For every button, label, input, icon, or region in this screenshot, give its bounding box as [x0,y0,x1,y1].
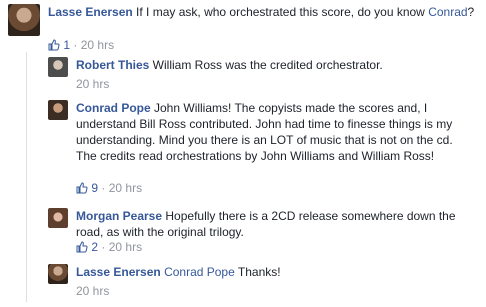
timestamp[interactable]: 20 hrs [109,240,142,254]
author-name[interactable]: Robert Thies [76,58,149,72]
author-name[interactable]: Lasse Enersen [48,5,133,19]
avatar[interactable] [48,208,68,228]
comment-text: William Ross was the credited orchestrat… [149,58,383,72]
like-count[interactable]: 9 [76,181,101,195]
mention-link[interactable]: Conrad Pope [164,265,235,279]
timestamp[interactable]: 20 hrs [76,77,109,91]
thumbs-up-icon [76,182,88,194]
comment-body: Robert Thies William Ross was the credit… [76,57,476,73]
comment-body: Conrad Pope John Williams! The copyists … [76,100,476,164]
author-name[interactable]: Morgan Pearse [76,209,162,223]
comment-text: If I may ask, who orchestrated this scor… [132,5,429,19]
like-count[interactable]: 1 [48,38,73,52]
comment-meta: 9 · 20 hrs [76,181,142,195]
author-name[interactable]: Conrad Pope [76,101,151,115]
avatar[interactable] [48,100,68,120]
comment-body: Lasse Enersen Conrad Pope Thanks! [76,264,476,280]
comment-meta: 20 hrs [76,284,109,298]
avatar[interactable] [8,4,40,36]
like-count[interactable]: 2 [76,240,101,254]
comment-body: Lasse Enersen If I may ask, who orchestr… [48,4,478,20]
comment-text-end: ? [467,5,475,19]
timestamp[interactable]: 20 hrs [81,38,114,52]
comment-meta: 1 · 20 hrs [48,38,114,52]
mention-link[interactable]: Conrad [428,5,467,19]
author-name[interactable]: Lasse Enersen [76,265,161,279]
avatar[interactable] [48,57,68,77]
thread-line [26,52,27,302]
comment-meta: 20 hrs [76,77,109,91]
comment-body: Morgan Pearse Hopefully there is a 2CD r… [76,208,476,240]
thumbs-up-icon [76,241,88,253]
comment-meta: 2 · 20 hrs [76,240,142,254]
comment-text: Thanks! [234,265,281,279]
timestamp[interactable]: 20 hrs [109,181,142,195]
timestamp[interactable]: 20 hrs [76,284,109,298]
thumbs-up-icon [48,39,60,51]
avatar[interactable] [48,264,68,284]
